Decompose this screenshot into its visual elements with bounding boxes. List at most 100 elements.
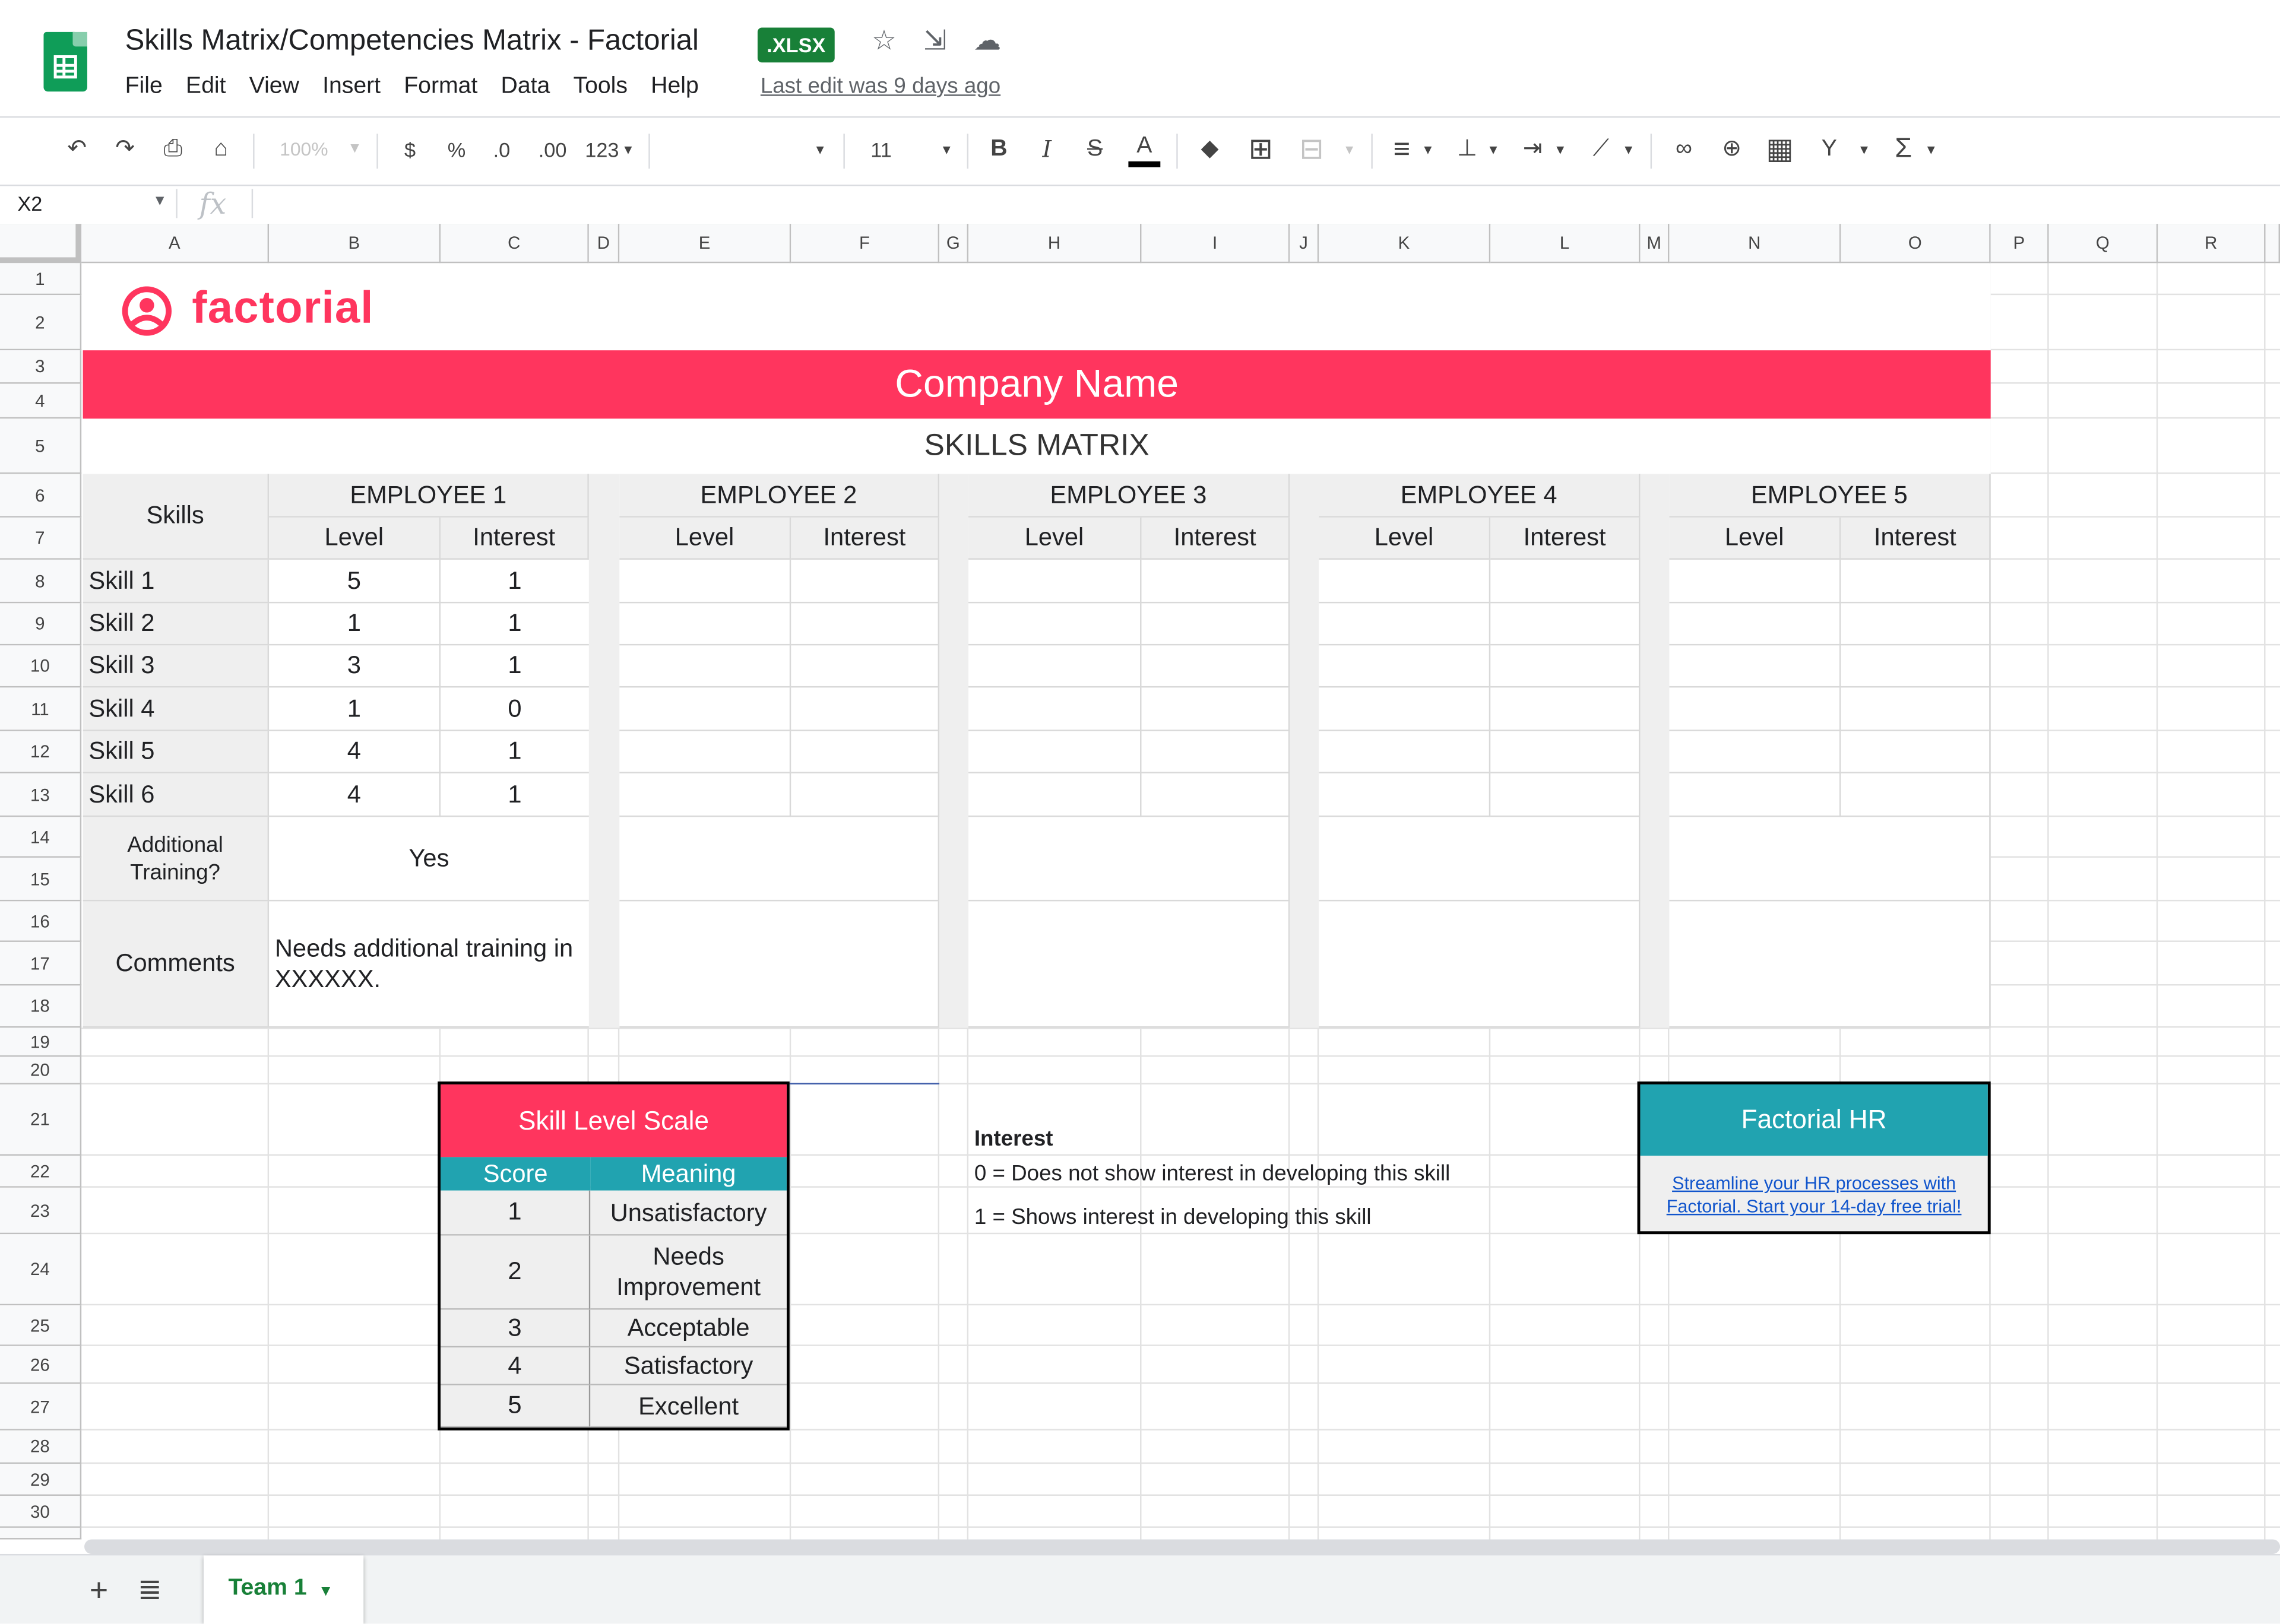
employee-5-interest[interactable]: [1841, 731, 1991, 773]
font-size-select[interactable]: 11: [864, 132, 899, 167]
employee-5-interest[interactable]: [1841, 645, 1991, 688]
company-name-banner[interactable]: Company Name: [83, 350, 1991, 419]
skill-name[interactable]: Skill 2: [83, 603, 270, 646]
valign-chevron-icon[interactable]: ▼: [1486, 132, 1500, 167]
row-header-20[interactable]: 20: [0, 1057, 82, 1084]
scale-meaning[interactable]: Excellent: [590, 1385, 787, 1428]
employee-1-interest[interactable]: 1: [441, 603, 589, 646]
column-header-i[interactable]: I: [1141, 224, 1290, 264]
redo-icon[interactable]: ↷: [109, 132, 141, 167]
column-header-edge[interactable]: [2265, 224, 2280, 264]
row-header-29[interactable]: 29: [0, 1464, 82, 1496]
employee-2-training-cell[interactable]: [619, 817, 940, 902]
row-header-4[interactable]: 4: [0, 383, 82, 419]
text-wrap-icon[interactable]: ⇥: [1516, 132, 1548, 167]
column-header-k[interactable]: K: [1319, 224, 1491, 264]
row-header-17[interactable]: 17: [0, 941, 82, 986]
employee-3-interest[interactable]: [1141, 645, 1290, 688]
employee-1-interest[interactable]: 1: [441, 645, 589, 688]
employee-5-level[interactable]: [1669, 687, 1841, 731]
row-header-26[interactable]: 26: [0, 1346, 82, 1384]
employee-1-level[interactable]: 1: [269, 687, 441, 731]
interest-header[interactable]: Interest: [441, 517, 589, 560]
employee-3-level[interactable]: [968, 645, 1142, 688]
row-header-edge[interactable]: [0, 1527, 82, 1540]
row-header-22[interactable]: 22: [0, 1155, 82, 1188]
menu-format[interactable]: Format: [404, 74, 477, 100]
menu-file[interactable]: File: [125, 74, 163, 100]
employee-3-level[interactable]: [968, 731, 1142, 773]
employee-4-level[interactable]: [1319, 773, 1491, 817]
employee-4-interest[interactable]: [1490, 559, 1641, 604]
employee-2-comments-cell[interactable]: [619, 901, 940, 1028]
employee-2-interest[interactable]: [791, 559, 940, 604]
all-sheets-icon[interactable]: ≣: [135, 1571, 164, 1607]
name-box[interactable]: X2: [17, 192, 42, 215]
last-edit-link[interactable]: Last edit was 9 days ago: [761, 74, 1000, 99]
sheet-tab-chevron-icon[interactable]: ▾: [321, 1580, 330, 1600]
employee-1-level[interactable]: 1: [269, 603, 441, 646]
employee-3-interest[interactable]: [1141, 559, 1290, 604]
fill-color-icon[interactable]: ◆: [1194, 132, 1226, 167]
row-header-9[interactable]: 9: [0, 603, 82, 646]
column-header-a[interactable]: A: [81, 224, 270, 264]
increase-decimal-button[interactable]: .00: [532, 132, 573, 167]
horizontal-align-icon[interactable]: ≡: [1386, 132, 1418, 167]
font-family-chevron-icon[interactable]: ▼: [812, 132, 829, 167]
row-header-6[interactable]: 6: [0, 474, 82, 518]
cloud-status-icon[interactable]: ☁: [971, 26, 1003, 58]
row-header-14[interactable]: 14: [0, 817, 82, 858]
employee-4-level[interactable]: [1319, 603, 1491, 646]
scale-meaning-header[interactable]: Meaning: [590, 1157, 787, 1191]
factorial-hr-title[interactable]: Factorial HR: [1640, 1084, 1988, 1156]
employee-3-interest[interactable]: [1141, 773, 1290, 817]
column-header-q[interactable]: Q: [2048, 224, 2158, 264]
column-header-m[interactable]: M: [1640, 224, 1670, 264]
row-header-3[interactable]: 3: [0, 350, 82, 384]
print-icon[interactable]: ⎙: [157, 132, 189, 167]
sheets-logo-icon[interactable]: [43, 31, 87, 92]
free-trial-link[interactable]: Streamline your HR processes with Factor…: [1652, 1168, 1976, 1223]
employee-5-level[interactable]: [1669, 773, 1841, 817]
sheet-tab-team-1[interactable]: Team 1 ▾: [203, 1555, 364, 1624]
column-header-e[interactable]: E: [619, 224, 791, 264]
employee-1-interest[interactable]: 1: [441, 560, 589, 604]
comments-label[interactable]: Comments: [83, 901, 270, 1028]
employee-2-level[interactable]: [619, 731, 791, 773]
row-header-23[interactable]: 23: [0, 1187, 82, 1235]
employee-5-interest[interactable]: [1841, 603, 1991, 646]
row-header-19[interactable]: 19: [0, 1027, 82, 1057]
employee-1-level[interactable]: 3: [269, 645, 441, 688]
insert-chart-icon[interactable]: ▦: [1764, 132, 1796, 167]
row-header-15[interactable]: 15: [0, 857, 82, 902]
filter-icon[interactable]: Y: [1813, 132, 1845, 167]
employee-2-interest[interactable]: [791, 773, 940, 817]
level-header[interactable]: Level: [968, 517, 1142, 560]
employee-5-comments-cell[interactable]: [1669, 901, 1991, 1028]
row-header-13[interactable]: 13: [0, 773, 82, 817]
scale-score[interactable]: 3: [441, 1309, 591, 1348]
employee-2-level[interactable]: [619, 603, 791, 646]
scale-score-header[interactable]: Score: [441, 1157, 591, 1191]
employee-3-level[interactable]: [968, 773, 1142, 817]
skill-name[interactable]: Skill 5: [83, 731, 270, 773]
wrap-chevron-icon[interactable]: ▼: [1553, 132, 1568, 167]
employee-5-level[interactable]: [1669, 645, 1841, 688]
employee-4-level[interactable]: [1319, 687, 1491, 731]
employee-1-level[interactable]: 4: [269, 731, 441, 773]
employee-4-interest[interactable]: [1490, 731, 1641, 773]
scale-meaning[interactable]: Acceptable: [590, 1309, 787, 1348]
employee-header-4[interactable]: EMPLOYEE 4: [1319, 474, 1641, 518]
employee-4-level[interactable]: [1319, 731, 1491, 773]
employee-5-interest[interactable]: [1841, 687, 1991, 731]
level-header[interactable]: Level: [619, 517, 791, 560]
employee-2-level[interactable]: [619, 687, 791, 731]
employee-header-3[interactable]: EMPLOYEE 3: [968, 474, 1290, 518]
percent-format-button[interactable]: %: [442, 132, 471, 167]
decrease-decimal-button[interactable]: .0: [484, 132, 520, 167]
employee-4-training-cell[interactable]: [1319, 817, 1641, 902]
row-header-11[interactable]: 11: [0, 687, 82, 731]
scale-meaning[interactable]: Unsatisfactory: [590, 1190, 787, 1236]
scale-meaning[interactable]: Needs Improvement: [590, 1235, 787, 1310]
column-header-c[interactable]: C: [441, 224, 589, 264]
